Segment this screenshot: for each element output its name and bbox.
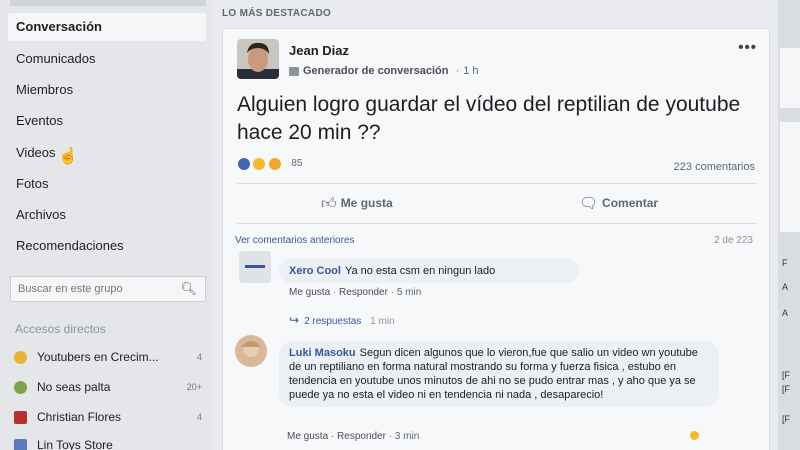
reply-arrow-icon: ↪ <box>289 313 300 327</box>
right-text: [F <box>782 414 790 424</box>
like-reaction-icon <box>237 156 251 171</box>
nav-comunicados[interactable]: Comunicados <box>8 45 206 73</box>
group-icon <box>14 351 27 365</box>
search-placeholder: Buscar en este grupo <box>18 283 123 295</box>
shortcut-item[interactable]: Lin Toys Store <box>14 432 206 450</box>
comment-author[interactable]: Xero Cool <box>289 265 341 277</box>
comment-bubble: Xero Cool Ya no esta csm en ningun lado <box>279 259 579 283</box>
replies-time: 1 min <box>370 316 395 327</box>
left-sidebar: Conversación Comunicados Miembros Evento… <box>0 0 212 450</box>
view-replies[interactable]: ↪ 2 respuestas 1 min <box>289 313 395 327</box>
right-text: F <box>782 258 788 268</box>
shortcut-item[interactable]: Christian Flores 4 <box>14 404 206 430</box>
like-label: Me gusta <box>340 196 393 210</box>
group-icon <box>14 381 27 395</box>
comment-label: Comentar <box>602 196 659 210</box>
right-panel <box>780 48 800 108</box>
replies-label: 2 respuestas <box>304 316 362 327</box>
comment-time[interactable]: 3 min <box>395 431 419 442</box>
shortcuts-title: Accesos directos <box>15 322 106 336</box>
shortcut-count: 20+ <box>186 382 202 392</box>
comment-icon: 🗨︎ <box>579 195 599 212</box>
group-search-input[interactable]: Buscar en este grupo 🔍︎ <box>10 276 206 302</box>
post-author[interactable]: Jean Diaz <box>289 43 349 58</box>
comment-reactions[interactable] <box>689 427 700 445</box>
group-icon <box>14 439 27 450</box>
nav-conversacion[interactable]: Conversación <box>8 13 206 41</box>
comment-bubble: Luki Masoku Segun dicen algunos que lo vi… <box>279 341 719 407</box>
divider <box>237 183 757 184</box>
shortcut-item[interactable]: Youtubers en Crecim... 4 <box>14 344 206 370</box>
reactions-summary[interactable]: 85 <box>237 155 302 171</box>
like-button[interactable]: 👍︎ Me gusta <box>321 189 393 217</box>
post-card: Jean Diaz Generador de conversación · 1 h… <box>222 28 770 450</box>
reaction-count: 85 <box>291 158 303 170</box>
shortcut-item[interactable]: No seas palta 20+ <box>14 374 206 400</box>
comment-like-link[interactable]: Me gusta <box>289 287 330 298</box>
haha-reaction-icon <box>252 156 267 171</box>
author-avatar[interactable] <box>237 39 279 79</box>
right-text: A <box>782 308 789 318</box>
shortcut-label: No seas palta <box>37 380 111 394</box>
more-options-icon[interactable]: ••• <box>738 39 757 56</box>
comment-time[interactable]: 5 min <box>397 287 421 298</box>
comment-reply-link[interactable]: Responder <box>337 431 386 442</box>
commenter-avatar[interactable] <box>235 335 267 367</box>
right-text: [F <box>782 370 790 380</box>
comment-button[interactable]: 🗨︎ Comentar <box>579 189 658 217</box>
sidebar-top-item[interactable] <box>10 0 206 6</box>
shortcut-label: Lin Toys Store <box>37 438 113 450</box>
right-panel <box>780 122 800 232</box>
comment-text: Ya no esta csm en ningun lado <box>344 265 496 277</box>
nav-recomendaciones[interactable]: Recomendaciones <box>8 232 206 260</box>
nav-archivos[interactable]: Archivos <box>8 201 206 229</box>
nav-eventos[interactable]: Eventos <box>8 107 206 135</box>
wow-reaction-icon <box>689 430 700 442</box>
hand-cursor-icon: ☝ <box>58 148 78 165</box>
commenter-avatar[interactable] <box>239 251 271 283</box>
shortcut-label: Youtubers en Crecim... <box>37 350 159 364</box>
group-icon <box>14 411 27 425</box>
thumbs-up-icon: 👍︎ <box>321 195 337 212</box>
shortcut-label: Christian Flores <box>37 410 122 424</box>
right-text: [F <box>782 384 790 394</box>
author-role: Generador de conversación <box>303 65 449 77</box>
comment-reply-link[interactable]: Responder <box>339 287 388 298</box>
post-text: Alguien logro guardar el vídeo del repti… <box>237 93 741 144</box>
divider <box>237 223 757 224</box>
right-column: F A A [F [F [F <box>778 0 800 450</box>
post-time[interactable]: 1 h <box>463 65 478 77</box>
comment-count[interactable]: 223 comentarios <box>674 161 755 173</box>
post-meta: Generador de conversación · 1 h <box>289 65 479 77</box>
search-icon[interactable]: 🔍︎ <box>180 277 197 301</box>
comment-actions: Me gusta · Responder · 3 min <box>287 431 420 442</box>
nav-videos[interactable]: Videos <box>8 139 206 167</box>
badge-icon <box>289 66 299 76</box>
comment-pager: 2 de 223 <box>714 235 753 246</box>
nav-miembros[interactable]: Miembros <box>8 76 206 104</box>
section-title: LO MÁS DESTACADO <box>222 8 332 19</box>
shortcut-count: 4 <box>196 352 202 362</box>
view-previous-comments[interactable]: Ver comentarios anteriores <box>235 235 355 246</box>
comment-actions: Me gusta · Responder · 5 min <box>289 287 422 298</box>
comment-author[interactable]: Luki Masoku <box>289 347 356 359</box>
shortcut-count: 4 <box>196 412 202 422</box>
comment-like-link[interactable]: Me gusta <box>287 431 328 442</box>
wow-reaction-icon <box>267 156 282 171</box>
nav-fotos[interactable]: Fotos <box>8 170 206 198</box>
right-text: A <box>782 282 789 292</box>
